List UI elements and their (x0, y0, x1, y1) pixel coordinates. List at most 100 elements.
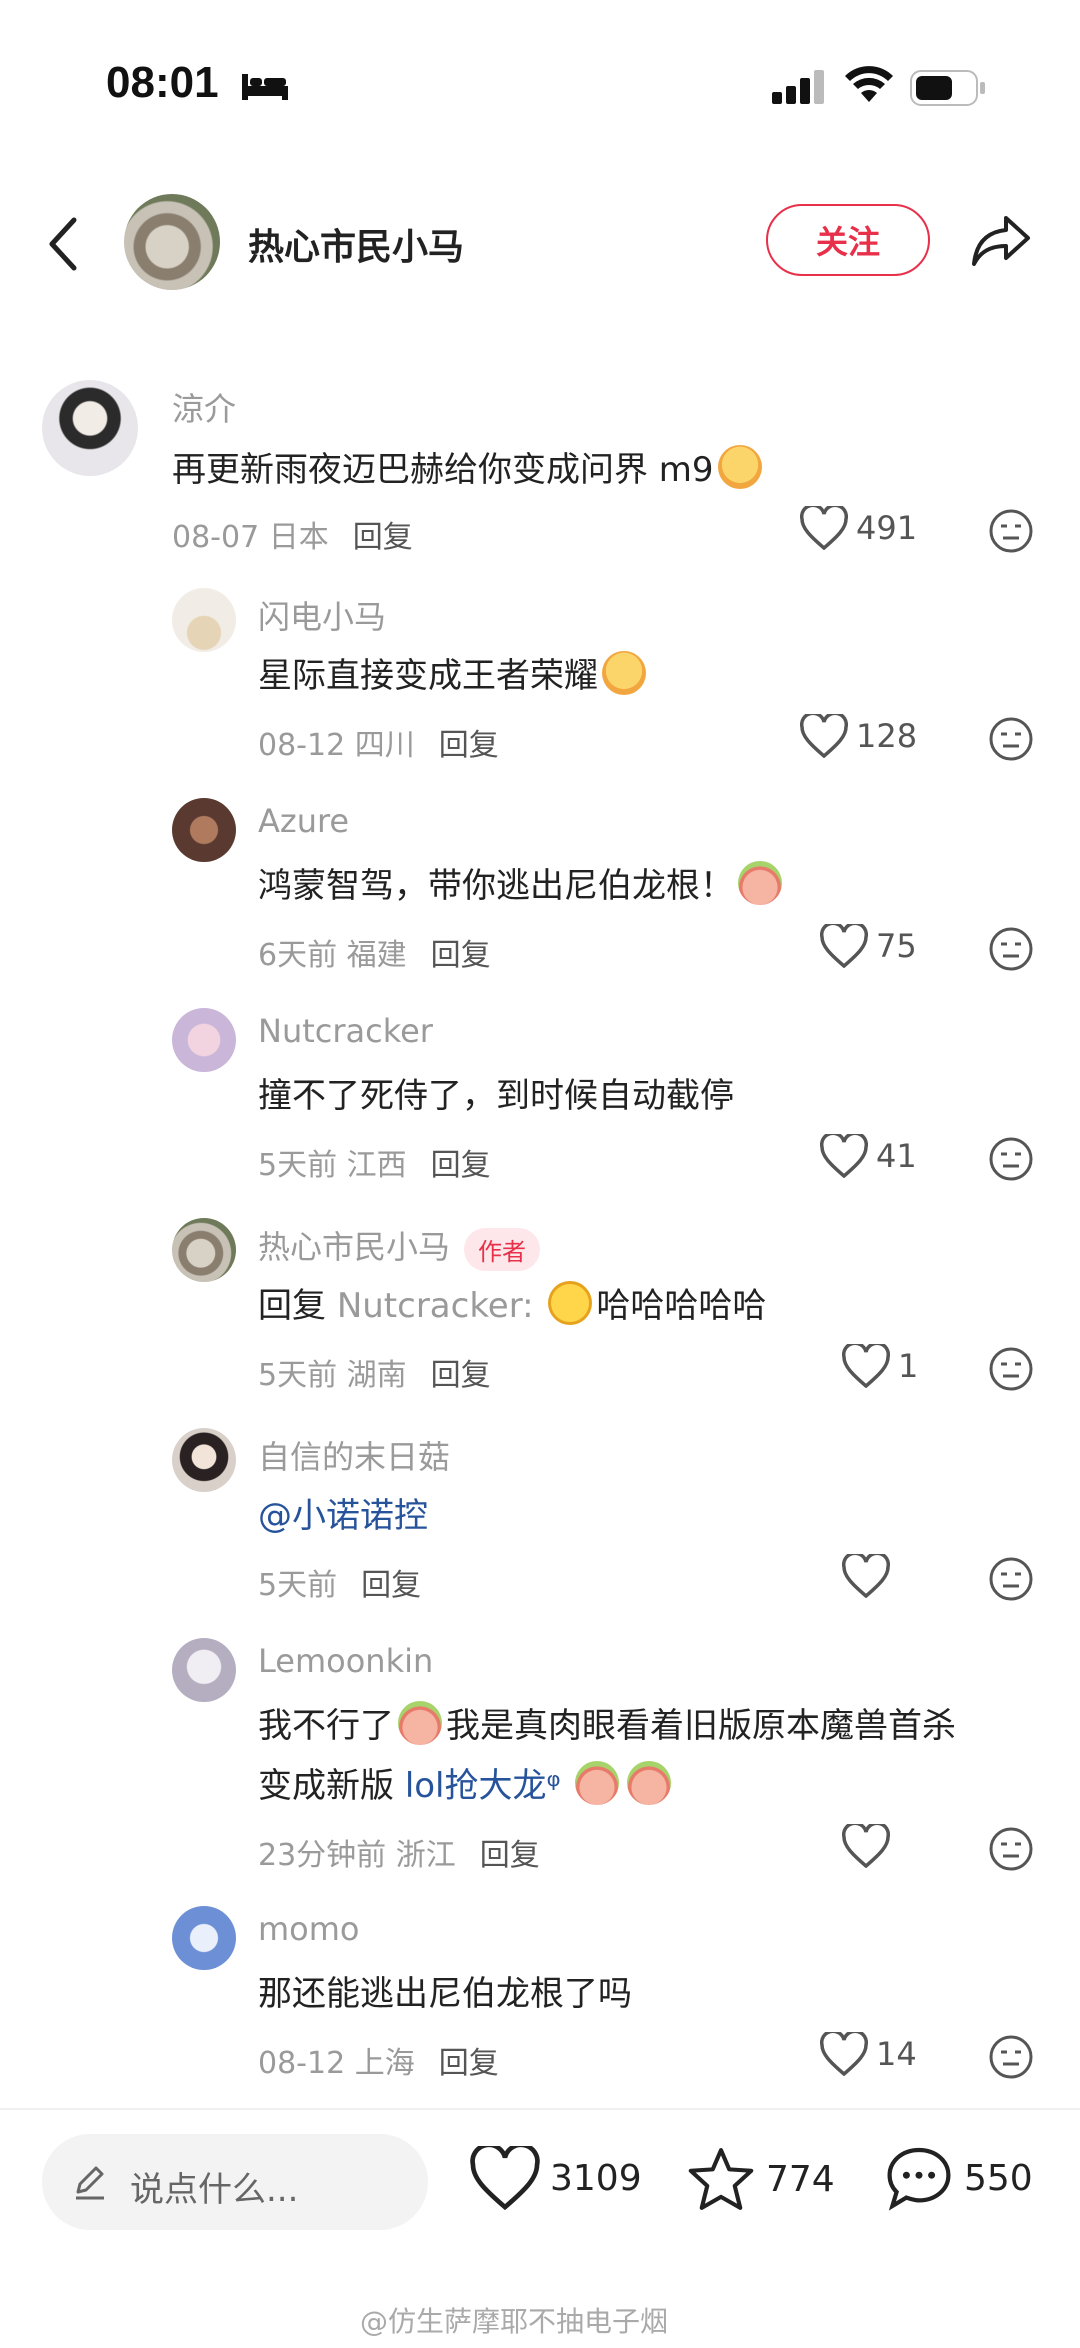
follow-button[interactable]: 关注 (766, 204, 930, 276)
username[interactable]: Lemoonkin (258, 1642, 433, 1680)
reply-button[interactable]: 回复 (431, 938, 491, 973)
user-avatar[interactable] (172, 588, 236, 652)
comment-input[interactable]: 说点什么... (42, 2134, 428, 2230)
user-avatar[interactable] (172, 1906, 236, 1970)
comment-meta: 08-12 上海 回复 (258, 2046, 499, 2081)
reply-target[interactable]: Nutcracker: (337, 1286, 534, 1326)
like-button[interactable] (842, 1824, 898, 1868)
reply-button[interactable]: 回复 (480, 1838, 540, 1873)
comment-meta: 6天前 福建 回复 (258, 938, 491, 973)
like-button[interactable]: 41 (820, 1134, 917, 1178)
heart-icon (800, 506, 848, 550)
like-total-button[interactable]: 3109 (470, 2146, 642, 2210)
mention-link[interactable]: @小诺诺控 (258, 1486, 428, 1546)
user-avatar[interactable] (42, 380, 138, 476)
search-link[interactable]: lol抢大龙 (405, 1766, 547, 1806)
username[interactable]: 涼介 (172, 384, 236, 430)
heart-icon (820, 924, 868, 968)
like-count: 75 (876, 927, 917, 965)
cellular-signal-icon (772, 70, 824, 104)
reply-button[interactable]: 回复 (431, 1358, 491, 1393)
user-avatar[interactable] (172, 1218, 236, 1282)
reply-button[interactable]: 回复 (361, 1568, 421, 1603)
reply-button[interactable]: 回复 (439, 2046, 499, 2081)
dislike-face-icon[interactable] (988, 1136, 1034, 1182)
comment-total-button[interactable]: 550 (884, 2144, 1033, 2212)
username[interactable]: momo (258, 1910, 360, 1948)
comment-meta: 5天前 回复 (258, 1568, 422, 1603)
emoji-icon (627, 1761, 672, 1805)
user-avatar[interactable] (172, 798, 236, 862)
heart-icon (820, 2032, 868, 2076)
dislike-face-icon[interactable] (988, 926, 1034, 972)
like-total-count: 3109 (550, 2157, 642, 2199)
dislike-face-icon[interactable] (988, 1346, 1034, 1392)
sleep-mode-icon (242, 74, 288, 100)
user-avatar[interactable] (172, 1008, 236, 1072)
comment-meta: 08-07 日本 回复 (172, 520, 413, 555)
emoji-icon (602, 651, 646, 695)
emoji-icon (717, 445, 762, 489)
username[interactable]: Azure (258, 802, 349, 840)
comment-meta: 5天前 江西 回复 (258, 1148, 491, 1183)
like-button[interactable]: 491 (800, 506, 917, 550)
user-avatar[interactable] (172, 1638, 236, 1702)
comment-meta: 08-12 四川 回复 (258, 728, 499, 763)
heart-icon (470, 2146, 540, 2210)
user-avatar[interactable] (172, 1428, 236, 1492)
heart-icon (820, 1134, 868, 1178)
heart-icon (842, 1554, 890, 1598)
like-count: 14 (876, 2035, 917, 2073)
username[interactable]: 热心市民小马 作者 (258, 1222, 541, 1271)
comment-text: 回复 Nutcracker: 哈哈哈哈哈 (258, 1276, 766, 1336)
emoji-icon (575, 1761, 620, 1805)
like-button[interactable]: 128 (800, 714, 917, 758)
reply-button[interactable]: 回复 (431, 1148, 491, 1183)
comment-meta: 23分钟前 浙江 回复 (258, 1838, 540, 1873)
author-avatar[interactable] (124, 194, 220, 290)
watermark: @仿生萨摩耶不抽电子烟 (360, 2305, 669, 2338)
battery-icon (910, 70, 985, 106)
back-arrow-icon[interactable] (40, 214, 90, 274)
comment-text: 再更新雨夜迈巴赫给你变成问界 m9 (172, 440, 766, 500)
dislike-face-icon[interactable] (988, 716, 1034, 762)
like-button[interactable]: 75 (820, 924, 917, 968)
comment-text: 鸿蒙智驾，带你逃出尼伯龙根！ (258, 856, 786, 916)
collect-button[interactable]: 774 (686, 2146, 835, 2212)
dislike-face-icon[interactable] (988, 1556, 1034, 1602)
dislike-face-icon[interactable] (988, 1826, 1034, 1872)
comment-text: 星际直接变成王者荣耀 (258, 646, 650, 706)
heart-icon (800, 714, 848, 758)
dislike-face-icon[interactable] (988, 2034, 1034, 2080)
like-button[interactable] (842, 1554, 898, 1598)
emoji-icon (398, 1701, 442, 1745)
like-count: 128 (856, 717, 918, 755)
like-button[interactable]: 1 (842, 1344, 918, 1388)
share-icon[interactable] (970, 212, 1032, 268)
comment-text: 我不行了 我是真肉眼看着旧版原本魔兽首杀 (258, 1696, 956, 1756)
like-count: 41 (876, 1137, 917, 1175)
comment-total-count: 550 (964, 2157, 1033, 2199)
like-count: 1 (898, 1347, 919, 1385)
collect-count: 774 (766, 2158, 835, 2200)
like-count: 491 (856, 509, 918, 547)
comment-bubble-icon (887, 2147, 951, 2211)
dislike-face-icon[interactable] (988, 508, 1034, 554)
pencil-icon (76, 2166, 104, 2200)
laugh-emoji-icon (548, 1281, 593, 1325)
status-bar: 08:01 (0, 0, 1080, 170)
star-icon (688, 2148, 754, 2210)
bottom-action-bar: 说点什么... 3109 774 550 (0, 2110, 1080, 2250)
username[interactable]: 自信的末日菇 (258, 1432, 450, 1478)
status-time: 08:01 (106, 58, 219, 107)
profile-header: 热心市民小马 关注 (0, 170, 1080, 310)
author-badge: 作者 (464, 1227, 541, 1271)
search-link-icon[interactable]: ᵠ (547, 1766, 561, 1806)
reply-button[interactable]: 回复 (439, 728, 499, 763)
like-button[interactable]: 14 (820, 2032, 917, 2076)
username[interactable]: Nutcracker (258, 1012, 433, 1050)
reply-button[interactable]: 回复 (353, 520, 413, 555)
username[interactable]: 闪电小马 (258, 592, 386, 638)
author-name[interactable]: 热心市民小马 (248, 218, 464, 270)
comment-text-line2: 变成新版 lol抢大龙ᵠ (258, 1756, 675, 1816)
